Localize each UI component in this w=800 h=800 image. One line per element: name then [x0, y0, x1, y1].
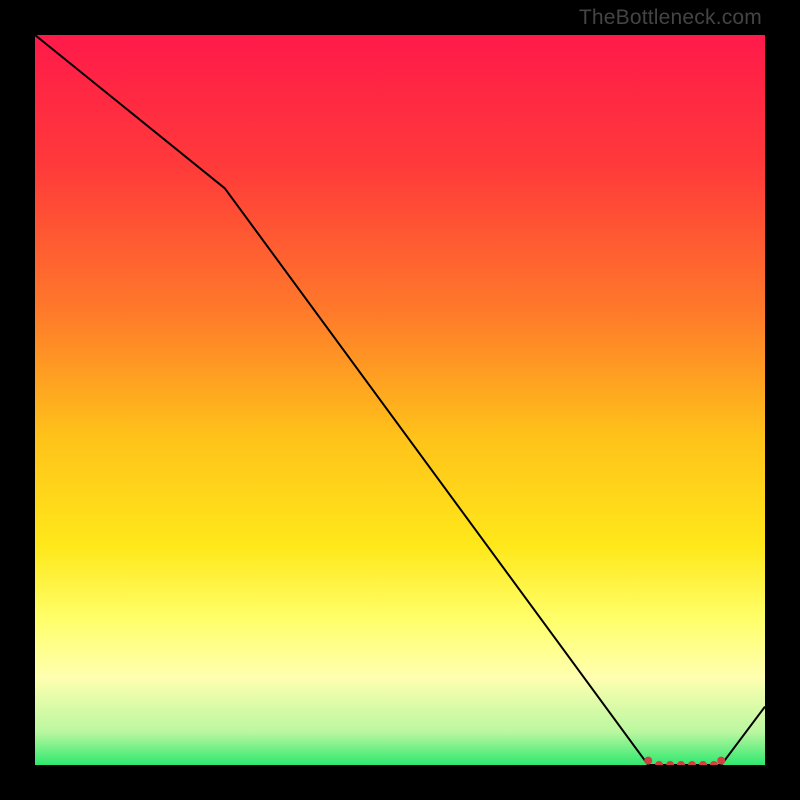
- data-marker: [710, 761, 718, 765]
- data-marker: [644, 757, 652, 765]
- data-marker: [655, 761, 663, 765]
- chart-line: [35, 35, 765, 765]
- data-marker: [666, 761, 674, 765]
- data-marker: [677, 761, 685, 765]
- watermark-text: TheBottleneck.com: [579, 6, 762, 30]
- chart-frame: TheBottleneck.com: [0, 0, 800, 800]
- data-marker: [717, 757, 725, 765]
- data-marker: [688, 761, 696, 765]
- data-marker: [699, 761, 707, 765]
- chart-markers: [644, 757, 725, 765]
- plot-area: [35, 35, 765, 765]
- curve-line: [35, 35, 765, 765]
- chart-overlay: [35, 35, 765, 765]
